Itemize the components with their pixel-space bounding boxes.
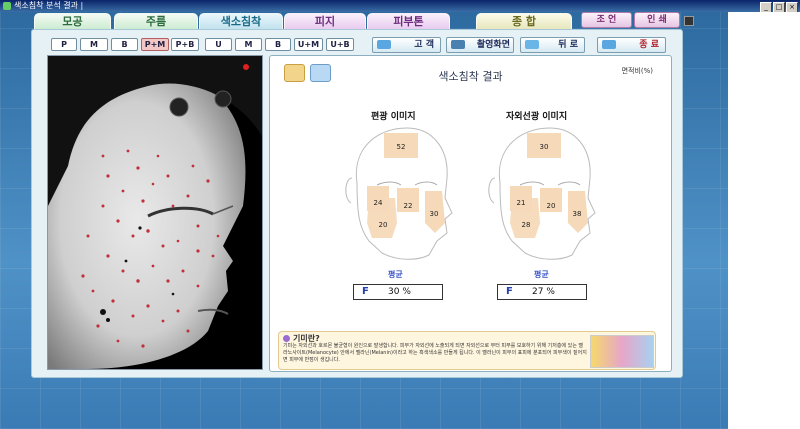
info-description: 기미는 자외선과 호르몬 불균형이 원인으로 발생합니다. 피부가 자외선에 노… bbox=[283, 343, 587, 363]
advice-button[interactable]: 조 언 bbox=[581, 12, 632, 28]
window-title: 색소침착 분석 결과 | bbox=[14, 1, 84, 10]
polarized-average-label: 평균 bbox=[388, 270, 403, 279]
back-button-label: 뒤 로 bbox=[558, 40, 578, 50]
info-panel: 기미란? 기미는 자외선과 호르몬 불균형이 원인으로 발생합니다. 피부가 자… bbox=[278, 331, 656, 370]
uv-average-value: 27 % bbox=[532, 287, 555, 297]
uv-grade: F bbox=[506, 286, 513, 297]
tab-wrinkles[interactable]: 주름 bbox=[114, 13, 198, 30]
info-bullet-icon bbox=[283, 335, 290, 342]
info-thumbnail bbox=[590, 335, 654, 368]
result-title: 색소침착 결과 bbox=[438, 70, 503, 83]
uv-left-cheek-value: 21 bbox=[517, 199, 526, 207]
result-card: 색소침착 결과 면적비(%) 편광 이미지 자외선광 이미지 52 24 22 … bbox=[269, 55, 672, 372]
customer-button-label: 고 객 bbox=[414, 40, 434, 50]
filter-right-3[interactable]: B bbox=[265, 38, 291, 51]
polarized-average-box: F 30 % bbox=[353, 284, 443, 300]
tab-skin-tone[interactable]: 피부톤 bbox=[367, 13, 450, 30]
exit-icon bbox=[602, 40, 616, 49]
polarized-left-cheek-value: 24 bbox=[374, 199, 383, 207]
filter-left-4-selected[interactable]: P+M bbox=[141, 38, 169, 51]
title-bar: 색소침착 분석 결과 | _ □ × bbox=[0, 0, 800, 13]
polarized-image-title: 편광 이미지 bbox=[371, 112, 416, 122]
floppy-save-icon[interactable] bbox=[684, 16, 694, 26]
uv-average-box: F 27 % bbox=[497, 284, 587, 300]
filter-left-1[interactable]: P bbox=[51, 38, 77, 51]
uv-lower-cheek-value: 28 bbox=[522, 221, 531, 229]
tab-sebum[interactable]: 피지 bbox=[284, 13, 366, 30]
filter-left-2[interactable]: M bbox=[80, 38, 108, 51]
polarized-average-value: 30 % bbox=[388, 287, 411, 297]
person-icon bbox=[377, 40, 391, 49]
uv-image-title: 자외선광 이미지 bbox=[506, 112, 568, 122]
back-button[interactable]: 뒤 로 bbox=[520, 37, 585, 53]
uv-average-label: 평균 bbox=[534, 270, 549, 279]
face-image-svg bbox=[48, 56, 262, 369]
polarized-lower-cheek-value: 20 bbox=[379, 221, 388, 229]
polarized-face-diagram: 52 24 22 20 30 bbox=[345, 127, 453, 260]
app-icon bbox=[3, 2, 11, 10]
arrow-left-icon bbox=[525, 40, 539, 49]
filter-left-3[interactable]: B bbox=[111, 38, 138, 51]
polarized-grade: F bbox=[362, 286, 369, 297]
filter-right-5[interactable]: U+B bbox=[326, 38, 354, 51]
area-ratio-label: 면적비(%) bbox=[621, 67, 653, 75]
exit-button[interactable]: 종 료 bbox=[597, 37, 666, 53]
customer-button[interactable]: 고 객 bbox=[372, 37, 441, 53]
uv-face-diagram: 30 21 20 28 38 bbox=[488, 127, 596, 260]
capture-screen-button[interactable]: 촬영화면 bbox=[446, 37, 514, 53]
tab-pigmentation[interactable]: 색소침착 bbox=[199, 13, 283, 30]
tab-pores[interactable]: 모공 bbox=[34, 13, 111, 30]
print-button[interactable]: 인 쇄 bbox=[634, 12, 680, 28]
camera-icon bbox=[451, 40, 465, 49]
uv-forehead-value: 30 bbox=[540, 143, 549, 151]
filter-right-4[interactable]: U+M bbox=[294, 38, 323, 51]
uv-nose-value: 20 bbox=[547, 202, 556, 210]
desktop-area bbox=[728, 12, 800, 429]
polarized-forehead-value: 52 bbox=[397, 143, 406, 151]
exit-button-label: 종 료 bbox=[639, 40, 659, 50]
filter-right-2[interactable]: M bbox=[235, 38, 262, 51]
face-photo bbox=[47, 55, 263, 370]
filter-right-1[interactable]: U bbox=[205, 38, 232, 51]
filter-left-5[interactable]: P+B bbox=[171, 38, 199, 51]
polarized-right-cheek-value: 30 bbox=[430, 210, 439, 218]
uv-right-cheek-value: 38 bbox=[573, 210, 582, 218]
polarized-nose-value: 22 bbox=[404, 202, 413, 210]
record-indicator bbox=[243, 64, 249, 70]
app-window: 색소침착 분석 결과 | _ □ × 모공 주름 색소침착 피지 피부톤 종 합 조… bbox=[0, 0, 800, 429]
capture-screen-label: 촬영화면 bbox=[476, 40, 510, 50]
tab-summary[interactable]: 종 합 bbox=[476, 13, 572, 30]
